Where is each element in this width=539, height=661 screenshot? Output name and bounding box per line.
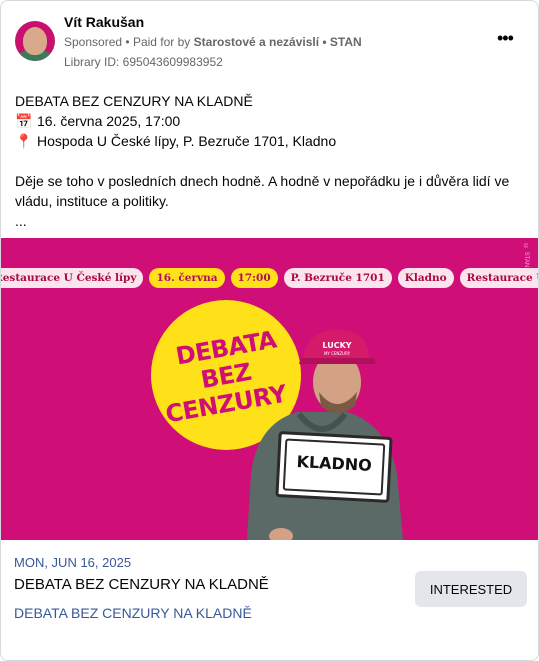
sponsored-label: Sponsored: [64, 35, 123, 49]
avatar-face: [23, 27, 47, 55]
body-line-2: vládu, instituce a politiky.: [15, 193, 169, 209]
sponsored-line: Sponsored • Paid for by Starostové a nez…: [64, 35, 362, 49]
post-headline: DEBATA BEZ CENZURY NA KLADNĚ: [15, 93, 253, 109]
body-line-1: Děje se toho v posledních dnech hodně. A…: [15, 173, 510, 189]
avatar[interactable]: [15, 21, 55, 61]
kladno-sign: KLADNO: [275, 431, 393, 503]
ticker-pill: 16. června: [149, 268, 225, 288]
library-id: Library ID: 695043609983952: [64, 55, 223, 69]
payer-name[interactable]: Starostové a nezávislí • STAN: [194, 35, 362, 49]
post-header: Vít Rakušan Sponsored • Paid for by Star…: [1, 1, 538, 81]
more-options-icon[interactable]: •••: [497, 29, 514, 47]
image-ticker: Restaurace U České lípy 16. června 17:00 P.…: [1, 268, 538, 292]
event-place-line: 📍 Hospoda U České lípy, P. Bezruče 1701, …: [15, 131, 525, 151]
ad-card: Vít Rakušan Sponsored • Paid for by Star…: [0, 0, 539, 661]
cap-text-2: MY CENZURY: [324, 351, 351, 356]
event-footer: MON, JUN 16, 2025 DEBATA BEZ CENZURY NA …: [1, 541, 538, 660]
calendar-icon: 📅: [15, 113, 33, 129]
separator-dot: •: [125, 35, 133, 49]
event-title[interactable]: DEBATA BEZ CENZURY NA KLADNĚ: [14, 576, 269, 593]
event-place-text: Hospoda U České lípy, P. Bezruče 1701, K…: [37, 133, 337, 149]
ticker-pill: 17:00: [230, 268, 278, 288]
pin-icon: 📍: [15, 133, 33, 149]
paid-for-label: Paid for by: [132, 35, 191, 49]
author-name[interactable]: Vít Rakušan: [64, 14, 144, 30]
image-watermark: © STAN: [523, 244, 529, 268]
ticker-pill: Kladno: [397, 268, 454, 288]
ad-image[interactable]: Restaurace U České lípy 16. června 17:00 P.…: [1, 238, 538, 540]
ticker-pill: Restaurace U České lípy: [1, 268, 144, 288]
cap-brim: [299, 358, 377, 364]
post-text: DEBATA BEZ CENZURY NA KLADNĚ 📅 16. června…: [15, 91, 525, 231]
ticker-pill: P. Bezruče 1701: [283, 268, 392, 288]
event-date-text: 16. června 2025, 17:00: [37, 113, 181, 129]
event-date-line: 📅 16. června 2025, 17:00: [15, 111, 525, 131]
see-more-ellipsis[interactable]: ...: [15, 211, 525, 231]
event-date: MON, JUN 16, 2025: [14, 555, 132, 570]
interested-button[interactable]: INTERESTED: [415, 571, 527, 607]
cap-text: LUCKY: [322, 341, 351, 350]
person-photo: LUCKY MY CENZURY: [247, 329, 403, 540]
event-link[interactable]: DEBATA BEZ CENZURY NA KLADNĚ: [14, 605, 252, 621]
sign-text: KLADNO: [282, 438, 386, 496]
ticker-pill: Restaurace U České lípy: [459, 268, 538, 288]
